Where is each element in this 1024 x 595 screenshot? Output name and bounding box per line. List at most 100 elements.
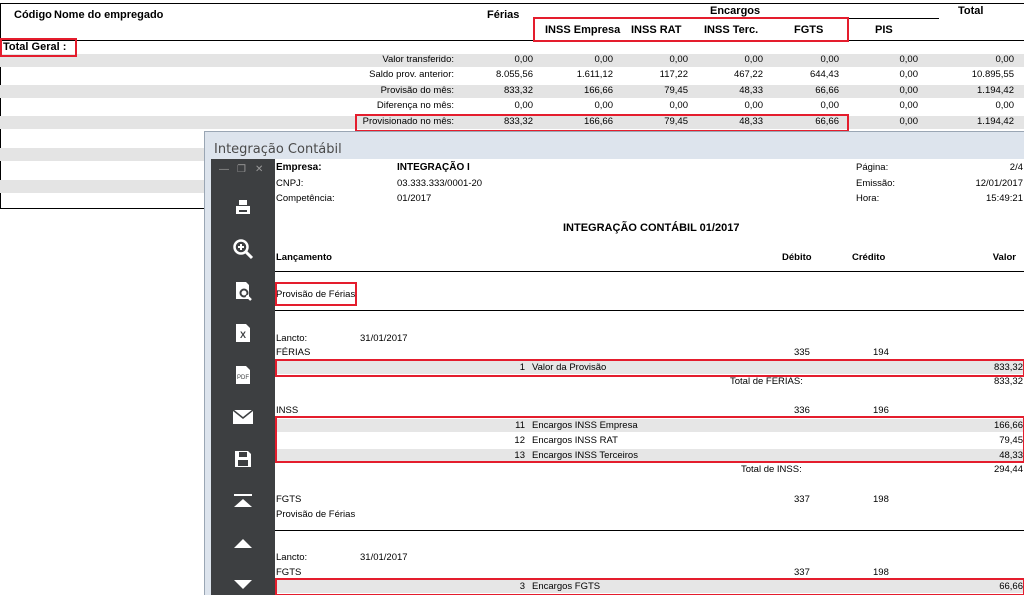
pagina-label: Página: <box>856 162 889 173</box>
highlight-ferias-item <box>275 359 1024 377</box>
report-row-label: Diferença no mês: <box>376 100 454 111</box>
restore-icon[interactable]: ❐ <box>237 164 246 175</box>
empresa-label: Empresa: <box>276 162 322 173</box>
report-cell: 8.055,56 <box>496 69 533 80</box>
report-cell: 48,33 <box>739 85 763 96</box>
header-codigo: Código <box>14 9 52 21</box>
report-row-label: Provisão do mês: <box>380 85 454 96</box>
report-cell: 0,00 <box>820 54 840 65</box>
close-icon[interactable]: ✕ <box>255 164 263 175</box>
report-cell: 467,22 <box>733 69 763 80</box>
report-cell: 0,00 <box>899 116 919 127</box>
ferias-credito: 194 <box>873 347 889 358</box>
pagina-value: 2/4 <box>1009 162 1023 173</box>
col-valor: Valor <box>992 252 1016 263</box>
competencia-value: 01/2017 <box>397 193 432 204</box>
ferias-total-value: 833,32 <box>993 376 1023 387</box>
excel-export-icon[interactable]: X <box>231 321 255 345</box>
fgts-account: FGTS <box>276 494 302 505</box>
print-preview-window[interactable]: Integração Contábil — ❐ ✕ X PDF Empresa:… <box>204 131 1024 595</box>
ferias-debito: 335 <box>794 347 810 358</box>
report-cell: 0,00 <box>744 100 764 111</box>
report-cell: 833,32 <box>503 85 533 96</box>
svg-text:X: X <box>240 330 246 340</box>
cnpj-label: CNPJ: <box>276 178 304 189</box>
report-cell: 0,00 <box>669 100 689 111</box>
lancto-label: Lancto: <box>276 552 308 563</box>
save-icon[interactable] <box>231 447 255 471</box>
highlight-total-geral <box>0 38 77 57</box>
highlight-provisionado-row <box>355 114 849 132</box>
fgts-debito: 337 <box>794 494 810 505</box>
col-lancamento: Lançamento <box>276 252 332 263</box>
email-icon[interactable] <box>231 405 255 429</box>
report-cell: 1.194,42 <box>977 85 1014 96</box>
top-border <box>0 3 1024 4</box>
header-pis: PIS <box>875 24 893 36</box>
highlight-inss-items <box>275 416 1024 463</box>
report-cell: 1.611,12 <box>576 69 613 80</box>
report-title: INTEGRAÇÃO CONTÁBIL 01/2017 <box>563 222 740 234</box>
previous-page-icon[interactable] <box>231 531 255 555</box>
lancto-date: 31/01/2017 <box>360 552 408 563</box>
report-cell: 644,43 <box>809 69 839 80</box>
hora-label: Hora: <box>856 193 880 204</box>
report-cell: 0,00 <box>514 54 534 65</box>
header-nome-empregado: Nome do empregado <box>54 9 164 21</box>
col-credito: Crédito <box>852 252 886 263</box>
preview-toolbar: — ❐ ✕ X PDF <box>211 159 275 595</box>
report-cell: 0,00 <box>820 100 840 111</box>
ferias-account: FÉRIAS <box>276 347 311 358</box>
report-cell: 0,00 <box>899 54 919 65</box>
printer-icon[interactable] <box>231 196 255 220</box>
column-header-line <box>275 271 1024 272</box>
emissao-label: Emissão: <box>856 178 896 189</box>
fgts-credito: 198 <box>873 494 889 505</box>
inss-total-label: Total de INSS: <box>741 464 802 475</box>
report-cell: 0,00 <box>899 85 919 96</box>
highlight-section-title <box>275 282 357 306</box>
highlight-fgts-item <box>275 578 1024 595</box>
report-cell: 0,00 <box>899 69 919 80</box>
report-bottom-border <box>0 208 204 209</box>
pdf-export-icon[interactable]: PDF <box>231 363 255 387</box>
report-cell: 10.895,55 <box>971 69 1014 80</box>
report-cell: 117,22 <box>659 69 688 80</box>
highlight-encargos-cols <box>533 17 849 42</box>
first-page-icon[interactable] <box>231 489 255 513</box>
section-line <box>275 310 1024 311</box>
report-cell: 0,00 <box>995 100 1015 111</box>
lancto-label: Lancto: <box>276 333 308 344</box>
col-debito: Débito <box>782 252 812 263</box>
window-title: Integração Contábil <box>214 142 342 157</box>
competencia-label: Competência: <box>276 193 335 204</box>
header-total: Total <box>958 5 984 17</box>
report-cell: 0,00 <box>744 54 764 65</box>
emissao-value: 12/01/2017 <box>975 178 1023 189</box>
report-cell: 0,00 <box>594 54 614 65</box>
fgts-subtitle: Provisão de Férias <box>276 509 356 520</box>
fgts-section-line <box>275 530 1024 531</box>
report-row-label: Valor transferido: <box>382 54 454 65</box>
zoom-page-icon[interactable] <box>231 279 255 303</box>
left-border <box>0 3 1 208</box>
ferias-total-label: Total de FÉRIAS: <box>730 376 803 387</box>
report-cell: 0,00 <box>514 100 534 111</box>
zoom-in-icon[interactable] <box>231 237 255 261</box>
empresa-value: INTEGRAÇÃO I <box>397 162 470 173</box>
cnpj-value: 03.333.333/0001-20 <box>397 178 483 189</box>
header-bottom-border <box>0 40 1024 41</box>
inss-total-value: 294,44 <box>993 464 1023 475</box>
report-cell: 0,00 <box>594 100 614 111</box>
report-cell: 66,66 <box>815 85 839 96</box>
hora-value: 15:49:21 <box>986 193 1023 204</box>
report-cell: 0,00 <box>899 100 919 111</box>
lancto-date: 31/01/2017 <box>360 333 408 344</box>
report-cell: 166,66 <box>583 85 613 96</box>
next-page-icon[interactable] <box>231 573 255 595</box>
svg-text:PDF: PDF <box>237 375 249 381</box>
report-cell: 0,00 <box>995 54 1015 65</box>
report-row-label: Saldo prov. anterior: <box>369 69 454 80</box>
report-cell: 1.194,42 <box>977 116 1014 127</box>
minimize-icon[interactable]: — <box>219 164 229 175</box>
